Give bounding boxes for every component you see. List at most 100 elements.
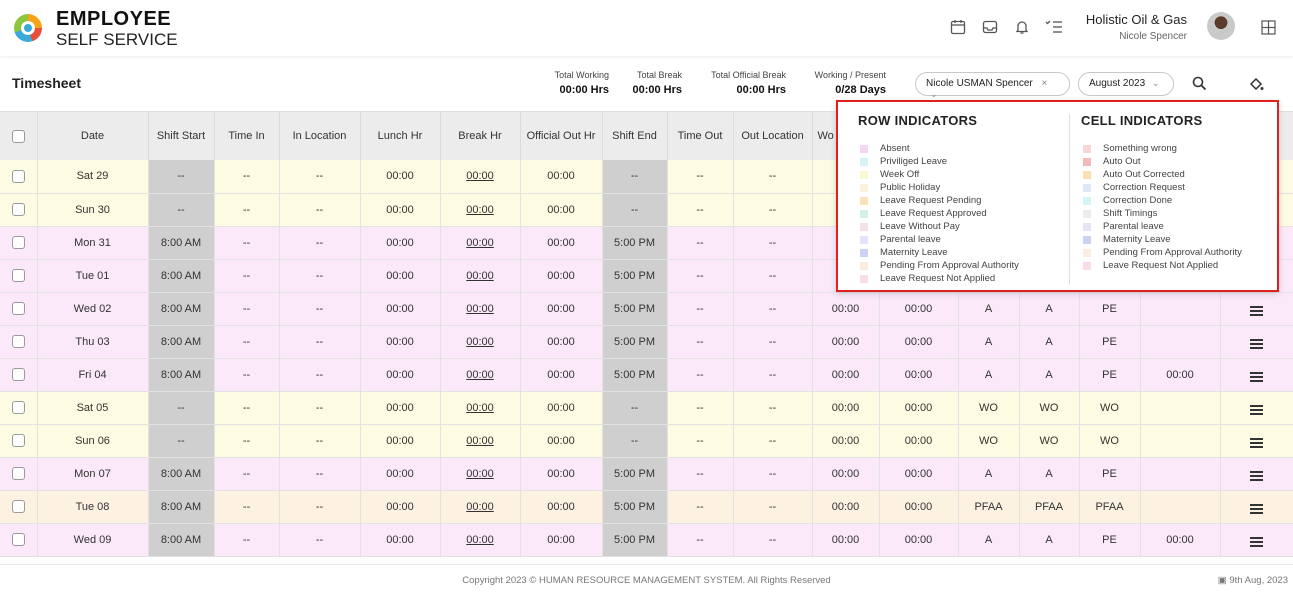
row-indicators-list: Absent Priviliged Leave Week Off Public Hol… (860, 142, 1019, 285)
menu-icon[interactable] (1250, 371, 1263, 382)
column-header[interactable]: Time In (214, 112, 280, 160)
table-cell-in_loc: -- (279, 391, 361, 425)
row-checkbox[interactable] (11, 368, 25, 381)
table-row[interactable]: Fri 04 8:00 AM -- -- 00:00 00:00 00:00 5:00 PM -… (0, 358, 1293, 392)
indicator-item: Leave Request Approved (860, 207, 1019, 220)
table-cell-official: 00:00 (520, 391, 603, 425)
row-checkbox[interactable] (11, 467, 25, 480)
row-checkbox[interactable] (11, 434, 25, 447)
cell-value[interactable]: 00:00 (466, 336, 494, 348)
table-cell-shift_end: 5:00 PM (602, 358, 668, 392)
table-row[interactable]: Wed 02 8:00 AM -- -- 00:00 00:00 00:00 5:00 PM -… (0, 292, 1293, 326)
row-checkbox[interactable] (11, 236, 25, 249)
menu-icon[interactable] (1250, 503, 1263, 514)
table-cell-shift_start: 8:00 AM (148, 358, 215, 392)
menu-icon[interactable] (1250, 536, 1263, 547)
cell-value[interactable]: 00:00 (466, 204, 494, 216)
table-cell-c12: 00:00 (879, 292, 959, 326)
row-actions-cell (1220, 523, 1293, 557)
table-cell-c12: 00:00 (879, 523, 959, 557)
row-checkbox[interactable] (11, 302, 25, 315)
cell-value: 5:00 PM (614, 236, 655, 249)
company-name: Holistic Oil & Gas (1085, 12, 1187, 27)
cell-value: -- (242, 269, 251, 282)
month-select[interactable]: August 2023 ⌄ (1078, 72, 1174, 96)
cell-value: Mon 31 (74, 236, 111, 249)
table-cell-shift_start: 8:00 AM (148, 259, 215, 293)
app-header: EMPLOYEE SELF SERVICE Holistic Oil & Gas… (0, 0, 1293, 56)
menu-icon[interactable] (1250, 470, 1263, 481)
cell-value: A (984, 467, 993, 480)
table-row[interactable]: Sat 05 -- -- -- 00:00 00:00 00:00 -- -- -- 00:00 00… (0, 391, 1293, 425)
cell-value: 00:00 (547, 236, 575, 249)
row-checkbox[interactable] (11, 203, 25, 216)
table-row[interactable]: Tue 08 8:00 AM -- -- 00:00 00:00 00:00 5:00 PM -… (0, 490, 1293, 524)
grid-icon[interactable] (1261, 20, 1276, 35)
employee-select[interactable]: Nicole USMAN Spencer × ⌄ (915, 72, 1070, 99)
column-header[interactable]: Time Out (667, 112, 734, 160)
menu-icon[interactable] (1250, 437, 1263, 448)
menu-icon[interactable] (1250, 305, 1263, 316)
cell-value: A (984, 533, 993, 546)
column-header[interactable]: In Location (279, 112, 361, 160)
stat-total-working: Total Working 00:00 Hrs (555, 70, 609, 96)
table-cell-time_out: -- (667, 193, 734, 227)
row-checkbox[interactable] (11, 401, 25, 414)
column-header[interactable]: Shift End (602, 112, 668, 160)
select-all-checkbox[interactable] (11, 129, 25, 143)
column-header[interactable]: Break Hr (440, 112, 521, 160)
column-header[interactable]: Lunch Hr (360, 112, 441, 160)
table-cell-in_loc: -- (279, 358, 361, 392)
menu-icon[interactable] (1250, 404, 1263, 415)
cell-value: 00:00 (831, 302, 860, 315)
table-cell-time_in: -- (214, 490, 280, 524)
bell-icon[interactable] (1013, 19, 1031, 37)
cell-value[interactable]: 00:00 (466, 270, 494, 282)
table-row[interactable]: Wed 09 8:00 AM -- -- 00:00 00:00 00:00 5:00 PM -… (0, 523, 1293, 557)
table-row[interactable]: Thu 03 8:00 AM -- -- 00:00 00:00 00:00 5:00 PM -… (0, 325, 1293, 359)
cell-value[interactable]: 00:00 (466, 237, 494, 249)
indicator-label: Correction Done (1103, 195, 1173, 206)
color-swatch (860, 235, 868, 244)
clear-icon[interactable]: × (1042, 78, 1048, 89)
indicator-label: Parental leave (880, 234, 941, 245)
avatar[interactable] (1207, 12, 1235, 40)
cell-value[interactable]: 00:00 (466, 534, 494, 546)
cell-value[interactable]: 00:00 (466, 402, 494, 414)
row-checkbox[interactable] (11, 533, 25, 546)
cell-value[interactable]: 00:00 (466, 468, 494, 480)
row-checkbox[interactable] (11, 169, 25, 183)
cell-value: 00:00 (386, 269, 414, 282)
cell-value[interactable]: 00:00 (466, 369, 494, 381)
stat-label: Working / Present (814, 70, 886, 80)
calendar-icon[interactable] (949, 19, 967, 37)
column-header[interactable]: Date (37, 112, 149, 160)
cell-value[interactable]: 00:00 (466, 435, 494, 447)
column-header[interactable]: Official Out Hr (520, 112, 603, 160)
search-icon[interactable] (1190, 76, 1208, 94)
cell-value[interactable]: 00:00 (466, 170, 494, 182)
column-header[interactable]: Shift Start (148, 112, 215, 160)
indicator-item: Absent (860, 142, 1019, 155)
table-cell-time_in: -- (214, 160, 280, 194)
table-cell-c16: 00:00 (1140, 358, 1221, 392)
table-row[interactable]: Sun 06 -- -- -- 00:00 00:00 00:00 -- -- -- 00:00 00… (0, 424, 1293, 458)
table-cell-lunch: 00:00 (360, 523, 441, 557)
table-cell-brk: 00:00 (440, 193, 521, 227)
column-header[interactable]: Out Location (733, 112, 813, 160)
cell-value[interactable]: 00:00 (466, 501, 494, 513)
cell-value[interactable]: 00:00 (466, 303, 494, 315)
cell-value: -- (768, 368, 777, 381)
table-row[interactable]: Mon 07 8:00 AM -- -- 00:00 00:00 00:00 5:00 PM -… (0, 457, 1293, 491)
inbox-icon[interactable] (981, 19, 999, 37)
checklist-icon[interactable] (1045, 19, 1063, 37)
stat-value: 00:00 Hrs (632, 84, 682, 96)
table-cell-shift_start: -- (148, 160, 215, 194)
table-cell-date: Tue 01 (37, 259, 149, 293)
paint-bucket-icon[interactable] (1247, 77, 1265, 95)
row-checkbox[interactable] (11, 269, 25, 282)
row-checkbox[interactable] (11, 500, 25, 513)
menu-icon[interactable] (1250, 338, 1263, 349)
row-checkbox[interactable] (11, 335, 25, 348)
cell-value: -- (177, 434, 185, 447)
